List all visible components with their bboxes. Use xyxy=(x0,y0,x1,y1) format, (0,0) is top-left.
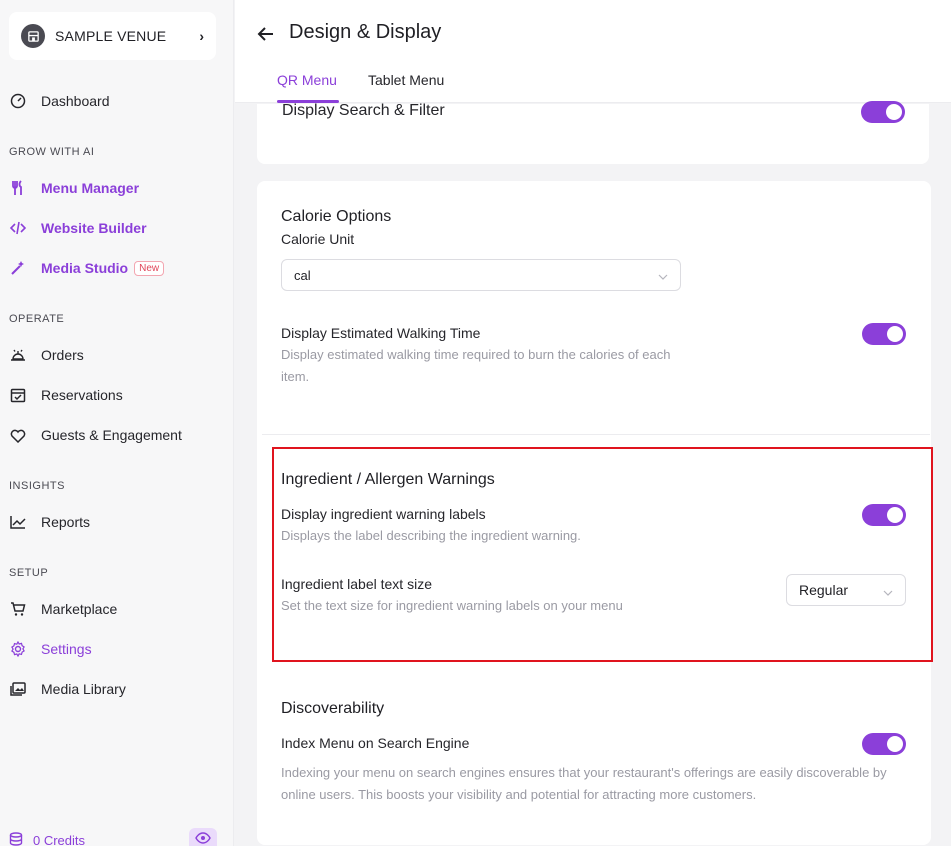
database-icon xyxy=(9,832,23,846)
store-icon xyxy=(21,24,45,48)
card-search-filter: Display Search & Filter xyxy=(257,101,929,164)
search-filter-label: Display Search & Filter xyxy=(282,102,445,119)
nav-website-builder[interactable]: Website Builder xyxy=(9,214,147,242)
nav-orders[interactable]: Orders xyxy=(9,341,84,369)
calorie-unit-label: Calorie Unit xyxy=(281,231,355,247)
utensils-icon xyxy=(9,179,27,197)
nav-settings[interactable]: Settings xyxy=(9,635,92,663)
cart-icon xyxy=(9,600,27,618)
discoverability-title: Discoverability xyxy=(281,700,385,717)
code-icon xyxy=(9,219,27,237)
section-insights: INSIGHTS xyxy=(9,480,65,492)
nav-media-library-label: Media Library xyxy=(41,681,126,697)
index-menu-toggle[interactable] xyxy=(862,733,906,755)
calendar-check-icon xyxy=(9,386,27,404)
tab-tablet-menu[interactable]: Tablet Menu xyxy=(368,72,444,88)
search-filter-toggle[interactable] xyxy=(861,101,905,123)
calorie-options-title: Calorie Options xyxy=(281,208,392,225)
preview-button[interactable] xyxy=(189,828,217,846)
section-divider xyxy=(262,434,930,435)
bell-icon xyxy=(9,346,27,364)
index-menu-desc: Indexing your menu on search engines ens… xyxy=(281,765,887,802)
credits[interactable]: 0 Credits xyxy=(9,832,85,846)
calorie-unit-select[interactable]: cal xyxy=(281,259,681,291)
nav-media-studio[interactable]: Media Studio New xyxy=(9,254,165,282)
images-icon xyxy=(9,680,27,698)
nav-guests-label: Guests & Engagement xyxy=(41,427,182,443)
calorie-unit-value: cal xyxy=(294,267,311,283)
chevron-right-icon: › xyxy=(199,28,204,44)
nav-dashboard[interactable]: Dashboard xyxy=(9,87,110,115)
nav-reports-label: Reports xyxy=(41,514,91,530)
page-title: Design & Display xyxy=(289,21,442,43)
nav-dashboard-label: Dashboard xyxy=(41,93,110,109)
back-arrow-icon[interactable] xyxy=(256,24,276,44)
section-grow: GROW WITH AI xyxy=(9,146,95,158)
page-header: Design & Display QR Menu Tablet Menu xyxy=(235,0,951,103)
venue-selector[interactable]: SAMPLE VENUE › xyxy=(9,12,216,60)
walking-time-label: Display Estimated Walking Time xyxy=(281,325,481,341)
nav-marketplace-label: Marketplace xyxy=(41,601,118,617)
section-operate: OPERATE xyxy=(9,313,65,325)
index-menu-label: Index Menu on Search Engine xyxy=(281,735,470,751)
magic-wand-icon xyxy=(9,259,27,277)
nav-menu-manager[interactable]: Menu Manager xyxy=(9,174,139,202)
tab-qr-menu[interactable]: QR Menu xyxy=(277,72,337,88)
nav-menu-manager-label: Menu Manager xyxy=(41,180,140,196)
section-setup: SETUP xyxy=(9,567,49,579)
highlight-box xyxy=(272,447,933,662)
eye-icon xyxy=(195,831,211,846)
walking-time-desc: Display estimated walking time required … xyxy=(281,347,671,384)
nav-website-builder-label: Website Builder xyxy=(41,220,147,236)
gauge-icon xyxy=(9,92,27,110)
gear-icon xyxy=(9,640,27,658)
nav-settings-label: Settings xyxy=(41,641,92,657)
heart-icon xyxy=(9,426,27,444)
nav-orders-label: Orders xyxy=(41,347,84,363)
nav-media-library[interactable]: Media Library xyxy=(9,675,126,703)
walking-time-toggle[interactable] xyxy=(862,323,906,345)
nav-media-studio-label: Media Studio xyxy=(41,260,129,276)
credits-label: 0 Credits xyxy=(33,833,86,846)
new-badge: New xyxy=(134,260,165,276)
nav-marketplace[interactable]: Marketplace xyxy=(9,595,117,623)
nav-guests[interactable]: Guests & Engagement xyxy=(9,421,182,449)
nav-reservations[interactable]: Reservations xyxy=(9,381,123,409)
chevron-down-icon xyxy=(658,270,668,280)
nav-reservations-label: Reservations xyxy=(41,387,123,403)
sidebar: SAMPLE VENUE › Dashboard GROW WITH AI Me… xyxy=(0,0,234,846)
venue-name: SAMPLE VENUE xyxy=(55,28,167,44)
line-chart-icon xyxy=(9,513,27,531)
nav-reports[interactable]: Reports xyxy=(9,508,90,536)
